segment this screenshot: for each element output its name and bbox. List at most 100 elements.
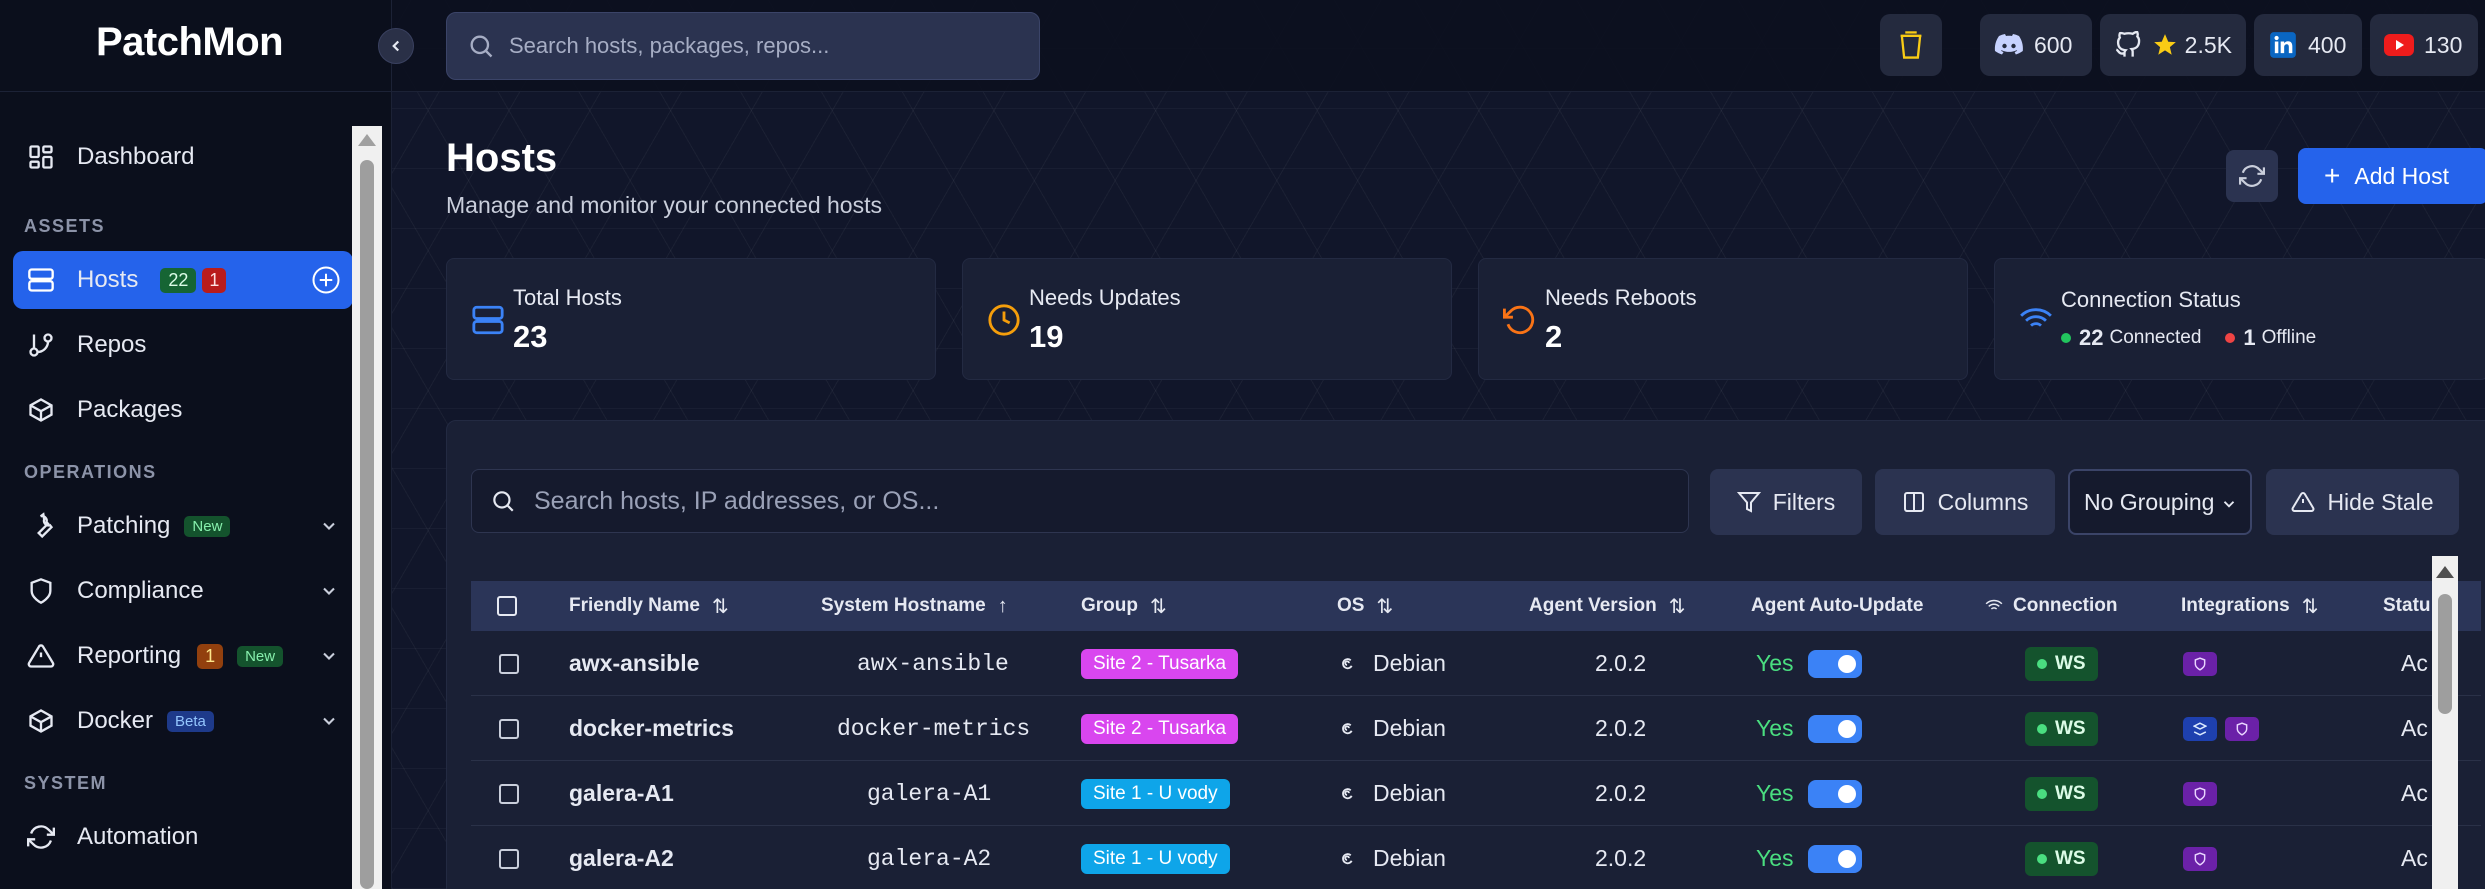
row-checkbox[interactable] xyxy=(499,826,519,889)
host-search[interactable] xyxy=(471,469,1689,533)
table-row[interactable]: awx-ansible awx-ansible Site 2 - Tusarka… xyxy=(471,631,2481,696)
sidebar-item-hosts[interactable]: Hosts 22 1 xyxy=(13,251,353,309)
system-hostname: galera-A1 xyxy=(867,780,992,807)
discord-link[interactable]: 600 xyxy=(1980,14,2092,76)
os-cell: Debian xyxy=(1337,826,1446,889)
filters-button[interactable]: Filters xyxy=(1710,469,1862,535)
col-friendly-name[interactable]: Friendly Name ⇅ xyxy=(569,581,729,631)
chevron-down-icon[interactable] xyxy=(319,645,339,665)
scrollbar-thumb[interactable] xyxy=(360,160,374,889)
filters-label: Filters xyxy=(1772,488,1836,515)
add-host-button[interactable]: + Add Host xyxy=(2298,148,2485,204)
col-group[interactable]: Group ⇅ xyxy=(1081,581,1167,631)
group-badge[interactable]: Site 1 - U vody xyxy=(1081,843,1230,874)
sidebar-item-patching[interactable]: Patching New xyxy=(13,497,353,555)
dashboard-icon xyxy=(25,141,57,173)
scrollbar-thumb[interactable] xyxy=(2438,594,2452,714)
sidebar-item-label: Patching xyxy=(77,512,171,539)
hide-stale-button[interactable]: Hide Stale xyxy=(2266,469,2459,535)
table-header: Friendly Name ⇅ System Hostname ↑ Group ⇅ O… xyxy=(471,581,2481,631)
row-checkbox[interactable] xyxy=(499,631,519,696)
host-search-input[interactable] xyxy=(534,486,1634,516)
sidebar-item-compliance[interactable]: Compliance xyxy=(13,562,353,620)
row-checkbox[interactable] xyxy=(499,761,519,826)
shield-integration-icon[interactable] xyxy=(2183,781,2217,806)
group-cell: Site 2 - Tusarka xyxy=(1081,631,1239,696)
os-name: Debian xyxy=(1373,845,1446,871)
group-badge[interactable]: Site 1 - U vody xyxy=(1081,778,1230,809)
auto-update-toggle[interactable] xyxy=(1807,714,1862,743)
chevron-down-icon[interactable] xyxy=(319,515,339,535)
col-status[interactable]: Statu xyxy=(2383,581,2431,631)
github-link[interactable]: 2.5K xyxy=(2100,14,2246,76)
row-checkbox[interactable] xyxy=(499,696,519,761)
collapse-sidebar-button[interactable] xyxy=(378,28,414,64)
table-row[interactable]: galera-A1 galera-A1 Site 1 - U vody Debi… xyxy=(471,761,2481,826)
sidebar-item-dashboard[interactable]: Dashboard xyxy=(13,128,353,186)
discord-count: 600 xyxy=(2034,31,2073,58)
sidebar-item-repos[interactable]: Repos xyxy=(13,316,353,374)
friendly-name[interactable]: docker-metrics xyxy=(569,696,734,761)
status-dot-icon xyxy=(2037,853,2047,864)
auto-update-toggle[interactable] xyxy=(1807,779,1862,808)
sidebar-scrollbar[interactable] xyxy=(352,126,382,889)
connected-dot-icon xyxy=(2061,333,2071,343)
status-cell: Ac xyxy=(2401,650,2428,676)
col-connection[interactable]: Connection xyxy=(1985,581,2118,631)
col-label: Connection xyxy=(2013,595,2118,616)
connection-badge: WS xyxy=(2025,646,2098,681)
integrations-cell xyxy=(2183,761,2225,826)
col-integrations[interactable]: Integrations ⇅ xyxy=(2181,581,2319,631)
github-stars: 2.5K xyxy=(2184,31,2232,58)
connection-cell: WS xyxy=(2025,826,2098,889)
auto-update-toggle[interactable] xyxy=(1807,844,1862,873)
sidebar-item-packages[interactable]: Packages xyxy=(13,381,353,439)
sort-asc-icon: ↑ xyxy=(997,594,1008,617)
group-badge[interactable]: Site 2 - Tusarka xyxy=(1081,713,1239,744)
scroll-up-arrow-icon[interactable] xyxy=(2436,566,2454,578)
sidebar-item-automation[interactable]: Automation xyxy=(13,808,353,866)
chevron-down-icon[interactable] xyxy=(319,580,339,600)
friendly-name[interactable]: awx-ansible xyxy=(569,631,699,696)
shield-integration-icon[interactable] xyxy=(2183,651,2217,676)
sort-icon: ⇅ xyxy=(1150,595,1167,618)
col-agent-auto-update[interactable]: Agent Auto-Update xyxy=(1751,581,1923,631)
linkedin-link[interactable]: 400 xyxy=(2254,14,2362,76)
sidebar-item-docker[interactable]: Docker Beta xyxy=(13,692,353,750)
shield-integration-icon[interactable] xyxy=(2183,846,2217,871)
friendly-name[interactable]: galera-A2 xyxy=(569,826,674,889)
stat-card-needs-updates[interactable]: Needs Updates 19 xyxy=(962,258,1452,380)
layers-integration-icon[interactable] xyxy=(2183,716,2217,741)
col-agent-version[interactable]: Agent Version ⇅ xyxy=(1529,581,1686,631)
select-all-checkbox[interactable] xyxy=(497,581,517,631)
group-badge[interactable]: Site 2 - Tusarka xyxy=(1081,648,1239,679)
table-row[interactable]: galera-A2 galera-A2 Site 1 - U vody Debi… xyxy=(471,826,2481,889)
agent-version: 2.0.2 xyxy=(1595,715,1647,741)
shield-integration-icon[interactable] xyxy=(2225,716,2259,741)
stat-card-connection-status[interactable]: Connection Status 22 Connected 1 Offline xyxy=(1994,258,2485,380)
columns-button[interactable]: Columns xyxy=(1875,469,2055,535)
col-os[interactable]: OS ⇅ xyxy=(1337,581,1393,631)
global-search[interactable] xyxy=(446,12,1040,80)
stat-card-total-hosts[interactable]: Total Hosts 23 xyxy=(446,258,936,380)
scroll-up-arrow-icon[interactable] xyxy=(358,134,376,146)
chevron-down-icon[interactable] xyxy=(319,710,339,730)
table-row[interactable]: docker-metrics docker-metrics Site 2 - T… xyxy=(471,696,2481,761)
grouping-select[interactable]: No Grouping xyxy=(2068,469,2252,535)
table-scrollbar[interactable] xyxy=(2432,556,2458,889)
refresh-button[interactable] xyxy=(2226,150,2278,202)
sidebar-item-reporting[interactable]: Reporting 1 New xyxy=(13,627,353,685)
col-label: System Hostname xyxy=(821,595,986,616)
add-host-circle-icon[interactable] xyxy=(311,265,341,295)
stat-card-needs-reboots[interactable]: Needs Reboots 2 xyxy=(1478,258,1968,380)
status-cell: Ac xyxy=(2401,715,2428,741)
youtube-link[interactable]: 130 xyxy=(2370,14,2478,76)
app-logo[interactable]: PatchMon xyxy=(96,20,284,65)
col-system-hostname[interactable]: System Hostname ↑ xyxy=(821,581,1008,631)
reporting-count: 1 xyxy=(197,643,224,669)
auto-update-toggle[interactable] xyxy=(1807,649,1862,678)
rotate-ccw-icon xyxy=(1503,305,1535,335)
buy-coffee-button[interactable] xyxy=(1880,14,1942,76)
global-search-input[interactable] xyxy=(509,33,1029,59)
friendly-name[interactable]: galera-A1 xyxy=(569,761,674,826)
